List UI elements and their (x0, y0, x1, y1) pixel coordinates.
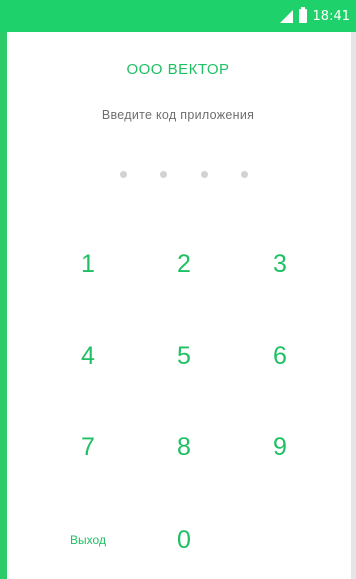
status-time: 18:41 (312, 8, 350, 24)
pin-dot (201, 171, 208, 178)
battery-icon (298, 7, 307, 23)
pin-indicator (0, 171, 356, 179)
pin-prompt: Введите код приложения (101, 108, 255, 122)
key-2[interactable]: 2 (144, 234, 224, 294)
key-4[interactable]: 4 (48, 326, 128, 386)
key-3[interactable]: 3 (240, 234, 320, 294)
key-6[interactable]: 6 (240, 326, 320, 386)
key-0[interactable]: 0 (144, 510, 224, 570)
status-bar: 18:41 (0, 0, 356, 32)
pin-dot (241, 171, 248, 178)
key-1[interactable]: 1 (48, 234, 128, 294)
key-7[interactable]: 7 (48, 417, 128, 477)
pin-dot (120, 171, 127, 178)
company-name: ООО ВЕКТОР (126, 61, 230, 78)
exit-button[interactable]: Выход (48, 510, 128, 570)
pin-dot (160, 171, 167, 178)
key-8[interactable]: 8 (144, 417, 224, 477)
key-9[interactable]: 9 (240, 417, 320, 477)
signal-icon (279, 9, 293, 23)
key-5[interactable]: 5 (144, 326, 224, 386)
